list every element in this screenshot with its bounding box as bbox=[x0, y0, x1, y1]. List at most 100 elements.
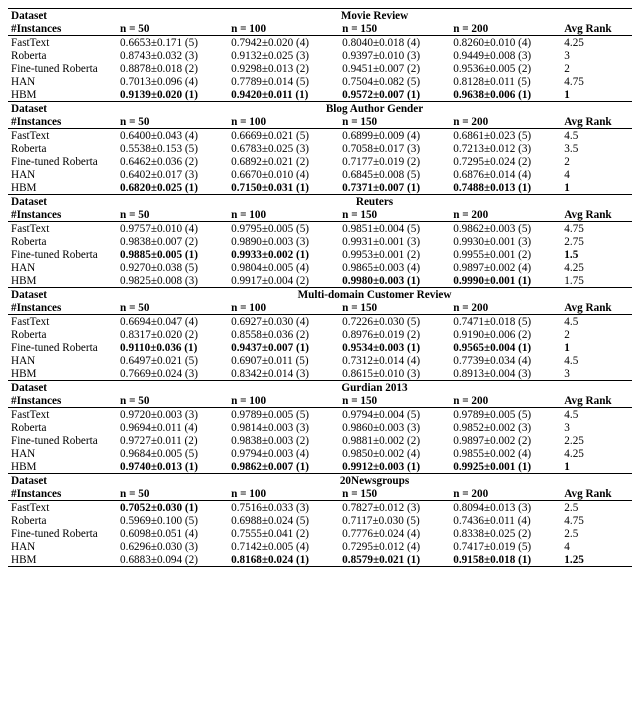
rank-cell: 1 bbox=[561, 88, 632, 102]
method-name: HAN bbox=[8, 168, 117, 181]
col-n1: n = 100 bbox=[228, 115, 339, 129]
method-name: FastText bbox=[8, 36, 117, 50]
col-n3: n = 200 bbox=[450, 394, 561, 408]
cell: 0.9881±0.002 (2) bbox=[339, 434, 450, 447]
rank-cell: 2 bbox=[561, 328, 632, 341]
col-n2: n = 150 bbox=[339, 115, 450, 129]
cell: 0.9110±0.036 (1) bbox=[117, 341, 228, 354]
col-n2: n = 150 bbox=[339, 22, 450, 36]
rank-cell: 4.25 bbox=[561, 261, 632, 274]
cell: 0.7789±0.014 (5) bbox=[228, 75, 339, 88]
cell: 0.7371±0.007 (1) bbox=[339, 181, 450, 195]
cell: 0.9795±0.005 (5) bbox=[228, 222, 339, 236]
cell: 0.6845±0.008 (5) bbox=[339, 168, 450, 181]
rank-cell: 2.25 bbox=[561, 434, 632, 447]
cell: 0.7942±0.020 (4) bbox=[228, 36, 339, 50]
method-name: HBM bbox=[8, 553, 117, 567]
cell: 0.9789±0.005 (5) bbox=[450, 408, 561, 422]
cell: 0.8342±0.014 (3) bbox=[228, 367, 339, 381]
instances-label: #Instances bbox=[8, 208, 117, 222]
method-name: Fine-tuned Roberta bbox=[8, 434, 117, 447]
cell: 0.7295±0.024 (2) bbox=[450, 155, 561, 168]
cell: 0.8260±0.010 (4) bbox=[450, 36, 561, 50]
col-n3: n = 200 bbox=[450, 301, 561, 315]
cell: 0.5969±0.100 (5) bbox=[117, 514, 228, 527]
cell: 0.9850±0.002 (4) bbox=[339, 447, 450, 460]
cell: 0.7150±0.031 (1) bbox=[228, 181, 339, 195]
col-n3: n = 200 bbox=[450, 487, 561, 501]
cell: 0.9912±0.003 (1) bbox=[339, 460, 450, 474]
method-name: HAN bbox=[8, 75, 117, 88]
col-n0: n = 50 bbox=[117, 301, 228, 315]
cell: 0.7312±0.014 (4) bbox=[339, 354, 450, 367]
col-n1: n = 100 bbox=[228, 487, 339, 501]
cell: 0.9397±0.010 (3) bbox=[339, 49, 450, 62]
cell: 0.9862±0.003 (5) bbox=[450, 222, 561, 236]
method-name: HAN bbox=[8, 540, 117, 553]
col-n0: n = 50 bbox=[117, 394, 228, 408]
cell: 0.9794±0.004 (5) bbox=[339, 408, 450, 422]
cell: 0.6899±0.009 (4) bbox=[339, 129, 450, 143]
method-name: Fine-tuned Roberta bbox=[8, 341, 117, 354]
cell: 0.9638±0.006 (1) bbox=[450, 88, 561, 102]
cell: 0.5538±0.153 (5) bbox=[117, 142, 228, 155]
cell: 0.6876±0.014 (4) bbox=[450, 168, 561, 181]
cell: 0.9190±0.006 (2) bbox=[450, 328, 561, 341]
cell: 0.7516±0.033 (3) bbox=[228, 501, 339, 515]
cell: 0.9852±0.002 (3) bbox=[450, 421, 561, 434]
rank-cell: 2.5 bbox=[561, 501, 632, 515]
rank-cell: 4.5 bbox=[561, 408, 632, 422]
col-n3: n = 200 bbox=[450, 208, 561, 222]
method-name: Fine-tuned Roberta bbox=[8, 527, 117, 540]
cell: 0.9838±0.003 (2) bbox=[228, 434, 339, 447]
method-name: FastText bbox=[8, 408, 117, 422]
cell: 0.7177±0.019 (2) bbox=[339, 155, 450, 168]
instances-label: #Instances bbox=[8, 301, 117, 315]
method-name: Roberta bbox=[8, 142, 117, 155]
cell: 0.9298±0.013 (2) bbox=[228, 62, 339, 75]
cell: 0.8317±0.020 (2) bbox=[117, 328, 228, 341]
cell: 0.9885±0.005 (1) bbox=[117, 248, 228, 261]
cell: 0.8976±0.019 (2) bbox=[339, 328, 450, 341]
rank-cell: 4.25 bbox=[561, 447, 632, 460]
method-name: HBM bbox=[8, 181, 117, 195]
cell: 0.9890±0.003 (3) bbox=[228, 235, 339, 248]
cell: 0.9897±0.002 (2) bbox=[450, 434, 561, 447]
cell: 0.9860±0.003 (3) bbox=[339, 421, 450, 434]
cell: 0.7827±0.012 (3) bbox=[339, 501, 450, 515]
col-n2: n = 150 bbox=[339, 301, 450, 315]
cell: 0.8094±0.013 (3) bbox=[450, 501, 561, 515]
cell: 0.9794±0.003 (4) bbox=[228, 447, 339, 460]
method-name: Fine-tuned Roberta bbox=[8, 248, 117, 261]
cell: 0.7776±0.024 (4) bbox=[339, 527, 450, 540]
avg-rank-label: Avg Rank bbox=[561, 301, 632, 315]
instances-label: #Instances bbox=[8, 22, 117, 36]
col-n0: n = 50 bbox=[117, 208, 228, 222]
instances-label: #Instances bbox=[8, 115, 117, 129]
cell: 0.9838±0.007 (2) bbox=[117, 235, 228, 248]
method-name: HBM bbox=[8, 460, 117, 474]
cell: 0.9158±0.018 (1) bbox=[450, 553, 561, 567]
rank-cell: 4.75 bbox=[561, 222, 632, 236]
cell: 0.7142±0.005 (4) bbox=[228, 540, 339, 553]
cell: 0.9933±0.002 (1) bbox=[228, 248, 339, 261]
cell: 0.9855±0.002 (4) bbox=[450, 447, 561, 460]
cell: 0.6907±0.011 (5) bbox=[228, 354, 339, 367]
method-name: HBM bbox=[8, 367, 117, 381]
rank-cell: 1.25 bbox=[561, 553, 632, 567]
cell: 0.9865±0.003 (4) bbox=[339, 261, 450, 274]
cell: 0.9953±0.001 (2) bbox=[339, 248, 450, 261]
cell: 0.8040±0.018 (4) bbox=[339, 36, 450, 50]
cell: 0.7226±0.030 (5) bbox=[339, 315, 450, 329]
cell: 0.9139±0.020 (1) bbox=[117, 88, 228, 102]
cell: 0.8913±0.004 (3) bbox=[450, 367, 561, 381]
dataset-name: Gurdian 2013 bbox=[117, 381, 632, 395]
cell: 0.9132±0.025 (3) bbox=[228, 49, 339, 62]
cell: 0.6783±0.025 (3) bbox=[228, 142, 339, 155]
method-name: FastText bbox=[8, 129, 117, 143]
avg-rank-label: Avg Rank bbox=[561, 394, 632, 408]
cell: 0.7052±0.030 (1) bbox=[117, 501, 228, 515]
cell: 0.7739±0.034 (4) bbox=[450, 354, 561, 367]
col-n3: n = 200 bbox=[450, 22, 561, 36]
cell: 0.6820±0.025 (1) bbox=[117, 181, 228, 195]
